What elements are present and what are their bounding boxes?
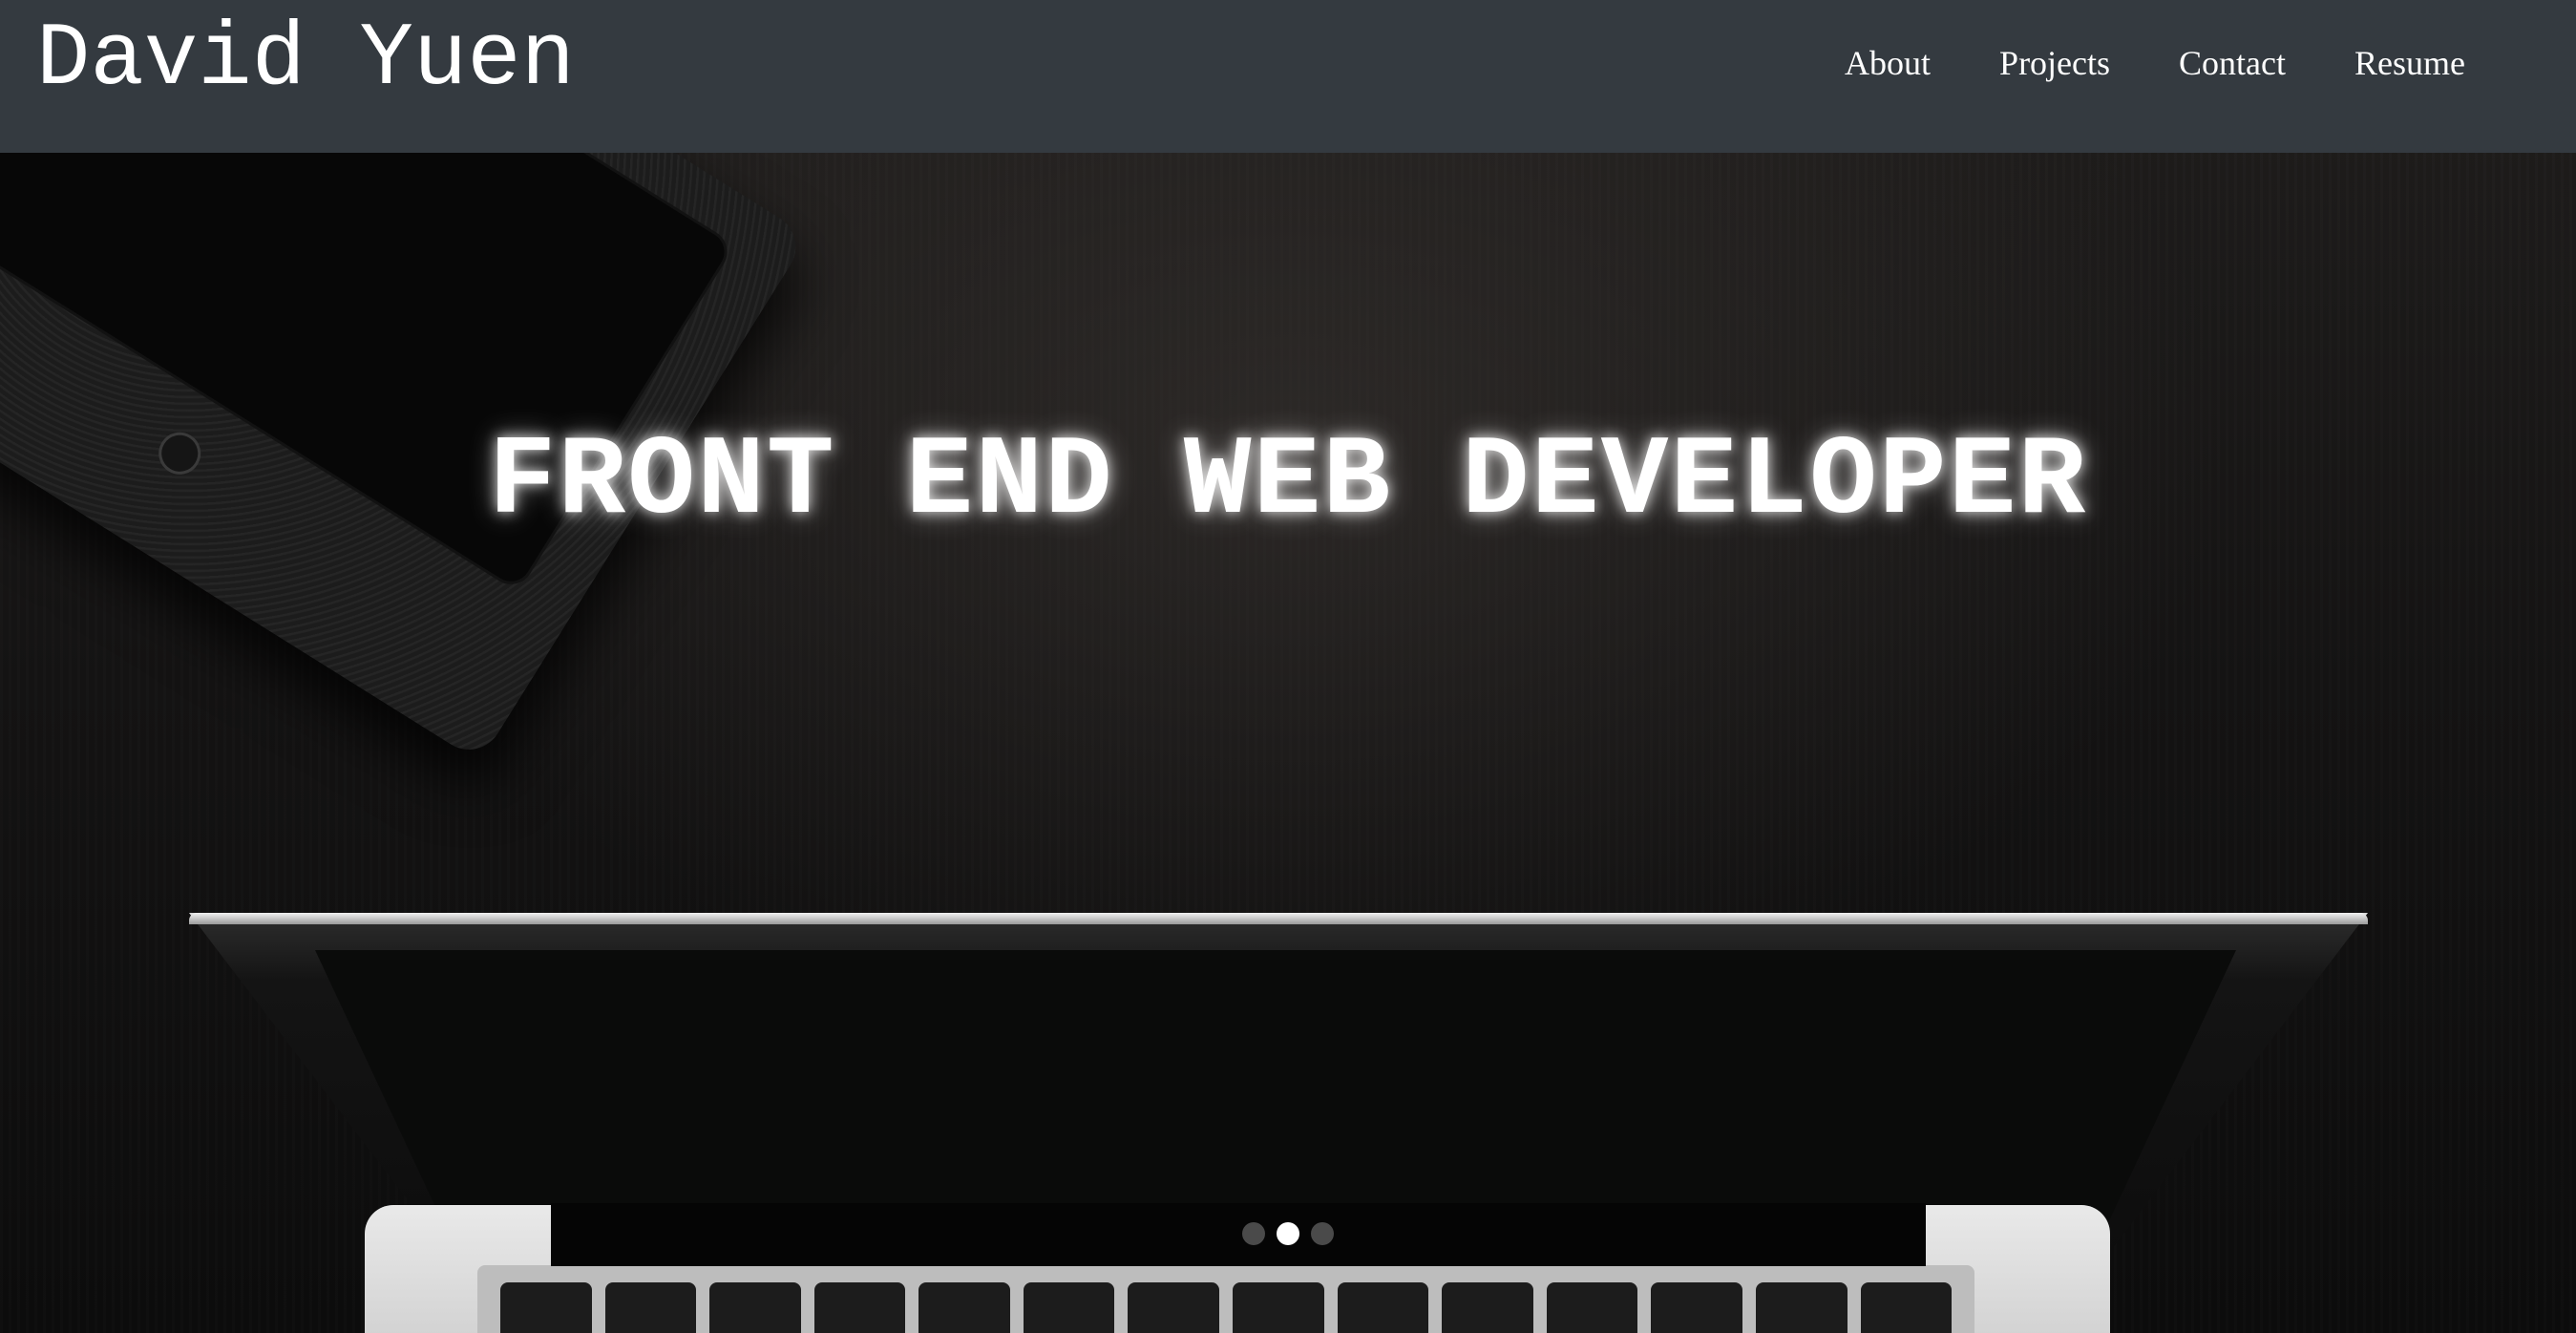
keyboard-key <box>1651 1282 1742 1333</box>
keyboard-key <box>1337 1282 1429 1333</box>
carousel-indicator-1[interactable] <box>1242 1222 1265 1245</box>
nav-link-about[interactable]: About <box>1810 43 1965 83</box>
keyboard-key <box>918 1282 1010 1333</box>
keyboard-key <box>1860 1282 1953 1333</box>
keyboard-key <box>604 1282 697 1333</box>
keyboard-key <box>813 1282 906 1333</box>
keyboard-key <box>709 1282 801 1333</box>
nav-links: About Projects Contact Resume <box>1810 0 2500 126</box>
laptop-rim <box>189 913 2368 924</box>
keyboard-key <box>500 1282 592 1333</box>
laptop-keyboard <box>477 1265 1974 1333</box>
keyboard-key <box>1128 1282 1220 1333</box>
laptop-screen <box>315 950 2236 1237</box>
carousel-indicators <box>0 1222 2576 1245</box>
keyboard-key <box>1546 1282 1638 1333</box>
brand-logo[interactable]: David Yuen <box>36 13 575 108</box>
hero-headline: FRONT END WEB DEVELOPER <box>488 419 2088 547</box>
nav-link-projects[interactable]: Projects <box>1965 43 2144 83</box>
keyboard-key <box>1442 1282 1533 1333</box>
keyboard-key <box>1233 1282 1324 1333</box>
nav-link-contact[interactable]: Contact <box>2144 43 2320 83</box>
keyboard-key <box>1755 1282 1848 1333</box>
nav-link-resume[interactable]: Resume <box>2320 43 2500 83</box>
carousel-indicator-2[interactable] <box>1277 1222 1299 1245</box>
keyboard-key <box>1023 1282 1115 1333</box>
navbar: David Yuen About Projects Contact Resume <box>0 0 2576 153</box>
carousel-indicator-3[interactable] <box>1311 1222 1334 1245</box>
hero-carousel: FRONT END WEB DEVELOPER <box>0 153 2576 1333</box>
